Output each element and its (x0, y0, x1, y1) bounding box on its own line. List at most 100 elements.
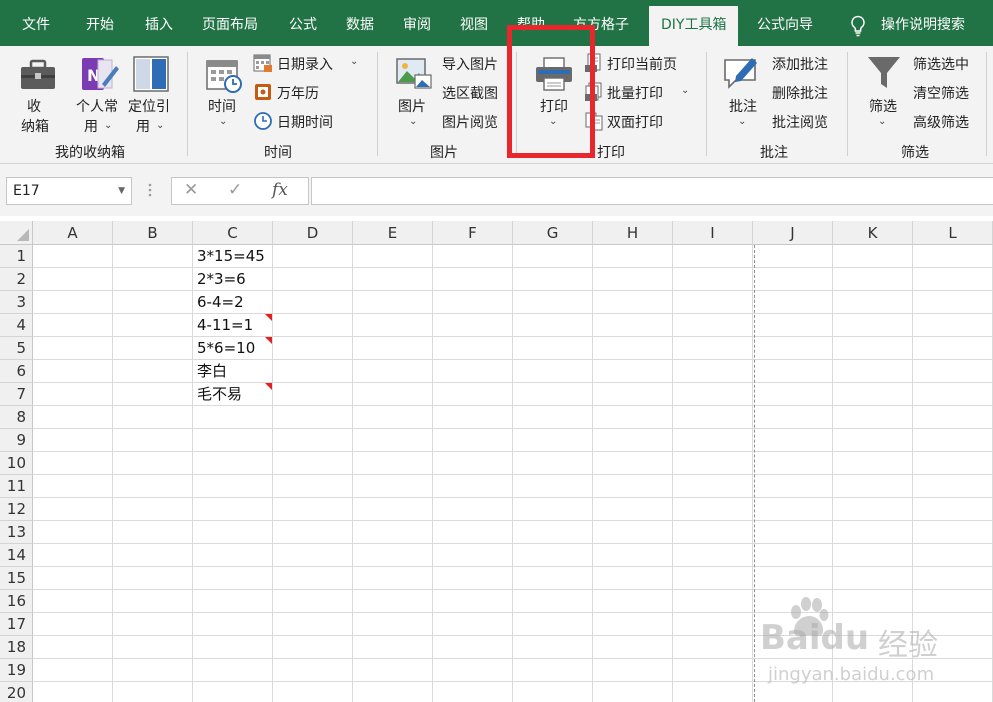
group-label-my-box: 我的收纳箱 (55, 145, 125, 161)
row-header-5[interactable]: 5 (0, 337, 33, 360)
group-label-print: 打印 (597, 145, 625, 161)
column-header-i[interactable]: I (673, 221, 753, 245)
row-header-16[interactable]: 16 (0, 590, 33, 613)
tab-file[interactable]: 文件 (22, 0, 50, 46)
clear-filter-button[interactable]: 清空筛选 (913, 83, 969, 103)
chevron-down-icon: ⌄ (878, 116, 887, 127)
column-header-g[interactable]: G (513, 221, 593, 245)
delete-comment-button[interactable]: 删除批注 (772, 83, 828, 103)
column-header-d[interactable]: D (273, 221, 353, 245)
comment-icon (724, 58, 757, 89)
advanced-filter-button[interactable]: 高级筛选 (913, 112, 969, 132)
tab-formula-wizard[interactable]: 公式向导 (757, 0, 813, 46)
row-header-11[interactable]: 11 (0, 475, 33, 498)
time-button[interactable] (205, 56, 243, 94)
cell-c5[interactable]: 5*6=10 (197, 337, 255, 360)
column-header-l[interactable]: L (913, 221, 993, 245)
tab-insert[interactable]: 插入 (145, 0, 173, 46)
clock-icon (254, 112, 272, 130)
personal-common-button[interactable]: N (80, 54, 120, 94)
time-label: 时间 (208, 99, 236, 115)
browse-comment-button[interactable]: 批注阅览 (772, 112, 828, 132)
select-all-corner[interactable] (0, 221, 33, 245)
grid-hline (33, 474, 993, 475)
tab-view[interactable]: 视图 (460, 0, 488, 46)
column-header-k[interactable]: K (833, 221, 913, 245)
formula-buttons: ✕ ✓ fx (171, 177, 309, 205)
row-header-3[interactable]: 3 (0, 291, 33, 314)
row-header-13[interactable]: 13 (0, 521, 33, 544)
tab-formulas[interactable]: 公式 (289, 0, 317, 46)
batch-print-button[interactable]: 批量打印 (607, 83, 663, 103)
tab-home[interactable]: 开始 (86, 0, 114, 46)
picture-button[interactable] (395, 55, 433, 93)
row-header-4[interactable]: 4 (0, 314, 33, 337)
column-header-h[interactable]: H (593, 221, 673, 245)
tab-diy-toolbox[interactable]: DIY工具箱 (649, 6, 739, 46)
column-header-f[interactable]: F (433, 221, 513, 245)
column-header-c[interactable]: C (193, 221, 273, 245)
cell-c1[interactable]: 3*15=45 (197, 245, 265, 268)
duplex-print-button[interactable]: 双面打印 (607, 112, 663, 132)
tab-page-layout[interactable]: 页面布局 (202, 0, 258, 46)
row-header-19[interactable]: 19 (0, 659, 33, 682)
selection-screenshot-button[interactable]: 选区截图 (442, 83, 498, 103)
column-header-b[interactable]: B (113, 221, 193, 245)
row-header-1[interactable]: 1 (0, 245, 33, 268)
row-header-15[interactable]: 15 (0, 567, 33, 590)
cancel-icon[interactable]: ✕ (184, 180, 198, 200)
row-header-20[interactable]: 20 (0, 682, 33, 702)
chevron-down-icon[interactable]: ▼ (118, 178, 125, 204)
grid-hline (33, 520, 993, 521)
chevron-down-icon: ⌄ (350, 56, 359, 67)
comment-indicator (265, 383, 272, 390)
comment-button[interactable] (722, 54, 760, 92)
row-header-17[interactable]: 17 (0, 613, 33, 636)
column-header-j[interactable]: J (753, 221, 833, 245)
column-header-e[interactable]: E (353, 221, 433, 245)
filter-selected-button[interactable]: 筛选选中 (913, 54, 969, 74)
row-header-10[interactable]: 10 (0, 452, 33, 475)
row-header-8[interactable]: 8 (0, 406, 33, 429)
row-header-18[interactable]: 18 (0, 636, 33, 659)
onenote-icon: N (82, 58, 119, 90)
row-header-12[interactable]: 12 (0, 498, 33, 521)
column-header-a[interactable]: A (33, 221, 113, 245)
split-panel-icon (133, 56, 169, 92)
row-header-14[interactable]: 14 (0, 544, 33, 567)
highlight-box (507, 25, 595, 158)
row-header-6[interactable]: 6 (0, 360, 33, 383)
cell-c7[interactable]: 毛不易 (197, 383, 242, 406)
cell-c2[interactable]: 2*3=6 (197, 268, 246, 291)
picture-label: 图片 (398, 99, 426, 115)
date-entry-button[interactable]: 日期录入 (277, 54, 333, 74)
chevron-down-icon: ⌄ (681, 85, 690, 96)
cell-c4[interactable]: 4-11=1 (197, 314, 253, 337)
locate-reference-label-2: 用 (136, 119, 150, 135)
formula-input[interactable] (311, 177, 993, 205)
import-picture-button[interactable]: 导入图片 (442, 54, 498, 74)
filter-funnel-icon (868, 57, 900, 88)
picture-browse-button[interactable]: 图片阅览 (442, 112, 498, 132)
print-current-page-button[interactable]: 打印当前页 (607, 54, 677, 74)
perpetual-calendar-button[interactable]: 万年历 (277, 83, 319, 103)
insert-function-button[interactable]: fx (272, 180, 288, 200)
filter-button[interactable] (866, 54, 902, 92)
cell-c6[interactable]: 李白 (197, 360, 227, 383)
date-time-button[interactable]: 日期时间 (277, 112, 333, 132)
cell-c3[interactable]: 6-4=2 (197, 291, 244, 314)
drag-handle-icon[interactable] (148, 182, 152, 198)
row-header-2[interactable]: 2 (0, 268, 33, 291)
locate-reference-button[interactable] (132, 54, 170, 94)
toolbox-button[interactable] (18, 54, 58, 94)
tab-review[interactable]: 审阅 (403, 0, 431, 46)
row-header-7[interactable]: 7 (0, 383, 33, 406)
row-header-9[interactable]: 9 (0, 429, 33, 452)
add-comment-button[interactable]: 添加批注 (772, 54, 828, 74)
formula-bar: E17 ▼ ✕ ✓ fx (0, 164, 993, 216)
name-box[interactable]: E17 ▼ (6, 177, 132, 205)
tell-me-search[interactable]: 操作说明搜索 (881, 0, 965, 46)
locate-reference-label-1: 定位引 (128, 99, 170, 115)
tab-data[interactable]: 数据 (346, 0, 374, 46)
confirm-icon[interactable]: ✓ (228, 180, 242, 200)
